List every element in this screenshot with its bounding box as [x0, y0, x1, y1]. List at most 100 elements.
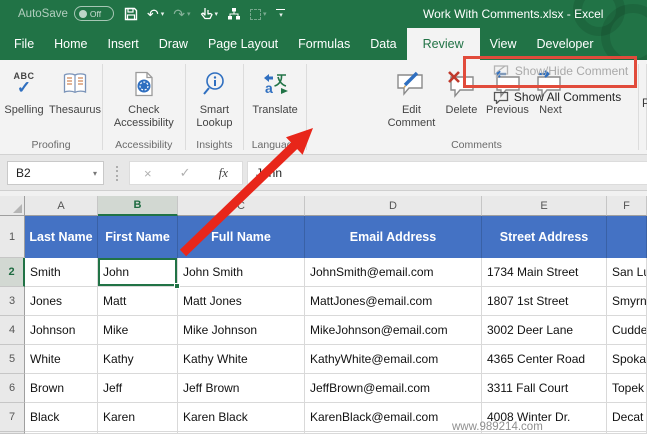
cell-b6[interactable]: Jeff — [98, 374, 178, 403]
cell-f7[interactable]: Decat — [607, 403, 647, 432]
cell-c7[interactable]: Karen Black — [178, 403, 305, 432]
autosave-toggle[interactable]: Off — [74, 6, 114, 21]
group-proofing: ABC ✓ Spelling Thesaurus Proofing — [0, 60, 102, 154]
edit-comment-button[interactable]: Edit Comment — [383, 63, 439, 129]
tab-home[interactable]: Home — [44, 28, 97, 60]
cell-c5[interactable]: Kathy White — [178, 345, 305, 374]
cell-e4[interactable]: 3002 Deer Lane — [482, 316, 607, 345]
cell-b4[interactable]: Mike — [98, 316, 178, 345]
cell-c3[interactable]: Matt Jones — [178, 287, 305, 316]
tab-review[interactable]: Review — [407, 28, 480, 60]
cell-f5[interactable]: Spoka — [607, 345, 647, 374]
cell-d5[interactable]: KathyWhite@email.com — [305, 345, 482, 374]
delete-comment-icon — [446, 66, 476, 102]
group-insights: Smart Lookup Insights — [186, 60, 244, 154]
check-accessibility-icon — [132, 66, 156, 102]
undo-caret-icon: ▾ — [161, 10, 165, 18]
row-header-2[interactable]: 2 — [0, 258, 25, 287]
column-header-b[interactable]: B — [98, 196, 178, 216]
cell-a3[interactable]: Jones — [25, 287, 98, 316]
smart-lookup-button[interactable]: Smart Lookup — [188, 63, 240, 129]
cell-c6[interactable]: Jeff Brown — [178, 374, 305, 403]
touch-mouse-mode-button[interactable]: ▾ — [200, 7, 219, 21]
tab-file[interactable]: File — [4, 28, 44, 60]
undo-button[interactable]: ↶▾ — [147, 7, 164, 21]
row-header-1[interactable]: 1 — [0, 216, 25, 258]
cell-b2-selected[interactable]: John — [98, 258, 178, 287]
row-header-3[interactable]: 3 — [0, 287, 25, 316]
redo-button[interactable]: ↷▾ — [173, 7, 190, 21]
tab-draw[interactable]: Draw — [149, 28, 198, 60]
cell-d3[interactable]: MattJones@email.com — [305, 287, 482, 316]
cell-a2[interactable]: Smith — [25, 258, 98, 287]
fill-handle[interactable] — [174, 283, 180, 289]
thesaurus-button[interactable]: Thesaurus — [48, 63, 102, 117]
header-cell-b1[interactable]: First Name — [98, 216, 178, 258]
header-cell-d1[interactable]: Email Address — [305, 216, 482, 258]
cell-f2[interactable]: San Lu — [607, 258, 647, 287]
selection-box-button[interactable]: ▾ — [250, 9, 267, 20]
row-header-4[interactable]: 4 — [0, 316, 25, 345]
customize-qat-button[interactable]: ▾ — [276, 9, 285, 19]
cell-e3[interactable]: 1807 1st Street — [482, 287, 607, 316]
save-button[interactable] — [124, 7, 138, 21]
save-icon — [124, 7, 138, 21]
edit-comment-icon — [395, 66, 427, 102]
translate-button[interactable]: a Translate — [246, 63, 304, 117]
cell-e5[interactable]: 4365 Center Road — [482, 345, 607, 374]
check-accessibility-button[interactable]: Check Accessibility — [106, 63, 182, 129]
enter-icon[interactable]: ✓ — [180, 165, 191, 181]
cell-b3[interactable]: Matt — [98, 287, 178, 316]
show-all-comments-button[interactable]: Show All Comments — [493, 90, 628, 104]
cell-c2[interactable]: John Smith — [178, 258, 305, 287]
name-box[interactable]: B2 ▾ — [7, 161, 104, 185]
insert-function-icon[interactable]: fx — [219, 165, 228, 181]
column-header-f[interactable]: F — [607, 196, 647, 216]
header-cell-e1[interactable]: Street Address — [482, 216, 607, 258]
cell-a7[interactable]: Black — [25, 403, 98, 432]
autosave-label: AutoSave — [18, 8, 68, 20]
cell-a6[interactable]: Brown — [25, 374, 98, 403]
column-header-c[interactable]: C — [178, 196, 305, 216]
cell-d4[interactable]: MikeJohnson@email.com — [305, 316, 482, 345]
cell-d2[interactable]: JohnSmith@email.com — [305, 258, 482, 287]
cell-f4[interactable]: Cudde — [607, 316, 647, 345]
header-cell-f1[interactable] — [607, 216, 647, 258]
show-hide-comment-button[interactable]: Show/Hide Comment — [493, 64, 628, 78]
cancel-icon[interactable]: × — [144, 166, 152, 181]
cell-a4[interactable]: Johnson — [25, 316, 98, 345]
cell-f3[interactable]: Smyrn — [607, 287, 647, 316]
cell-b5[interactable]: Kathy — [98, 345, 178, 374]
header-cell-c1[interactable]: Full Name — [178, 216, 305, 258]
column-header-e[interactable]: E — [482, 196, 607, 216]
select-all-corner[interactable] — [0, 196, 25, 216]
cell-d6[interactable]: JeffBrown@email.com — [305, 374, 482, 403]
autosave-control: AutoSave Off — [18, 6, 114, 21]
row-header-7[interactable]: 7 — [0, 403, 25, 432]
tab-formulas[interactable]: Formulas — [288, 28, 360, 60]
spelling-button[interactable]: ABC ✓ Spelling — [0, 63, 48, 117]
cell-b7[interactable]: Karen — [98, 403, 178, 432]
spelling-label: Spelling — [4, 104, 43, 117]
cell-e6[interactable]: 3311 Fall Court — [482, 374, 607, 403]
edit-comment-label: Edit Comment — [383, 104, 439, 129]
row-header-5[interactable]: 5 — [0, 345, 25, 374]
cell-e2[interactable]: 1734 Main Street — [482, 258, 607, 287]
tab-data[interactable]: Data — [360, 28, 406, 60]
tab-view[interactable]: View — [480, 28, 527, 60]
org-chart-button[interactable] — [227, 7, 241, 21]
delete-comment-button[interactable]: Delete — [439, 63, 483, 117]
cell-a5[interactable]: White — [25, 345, 98, 374]
cell-c4[interactable]: Mike Johnson — [178, 316, 305, 345]
formula-input[interactable]: John — [247, 161, 647, 185]
header-cell-a1[interactable]: Last Name — [25, 216, 98, 258]
column-header-d[interactable]: D — [305, 196, 482, 216]
row-header-6[interactable]: 6 — [0, 374, 25, 403]
cell-f6[interactable]: Topek — [607, 374, 647, 403]
tab-page-layout[interactable]: Page Layout — [198, 28, 288, 60]
formula-bar-resize-handle[interactable] — [116, 166, 119, 181]
column-header-a[interactable]: A — [25, 196, 98, 216]
tab-developer[interactable]: Developer — [527, 28, 604, 60]
autosave-state: Off — [90, 9, 101, 19]
tab-insert[interactable]: Insert — [98, 28, 149, 60]
